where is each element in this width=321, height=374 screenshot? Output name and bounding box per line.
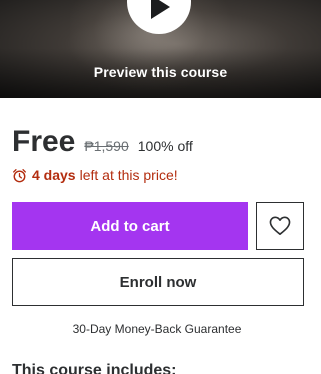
- price-row: Free ₱1,590 100% off: [12, 125, 193, 159]
- course-includes-heading: This course includes:: [12, 362, 177, 374]
- preview-label: Preview this course: [93, 64, 228, 80]
- money-back-guarantee: 30-Day Money-Back Guarantee: [72, 322, 242, 336]
- alarm-clock-icon: [12, 168, 27, 182]
- timer-text: left at this price!: [79, 167, 178, 183]
- original-price: ₱1,590: [84, 138, 129, 154]
- timer-days: 4 days: [32, 167, 76, 183]
- play-icon: [151, 0, 170, 19]
- heart-icon: [269, 216, 291, 235]
- discount-percent: 100% off: [137, 138, 193, 154]
- discount-timer: 4 days left at this price!: [12, 167, 178, 183]
- course-preview[interactable]: Preview this course: [0, 0, 321, 98]
- enroll-now-button[interactable]: Enroll now: [12, 258, 304, 306]
- current-price: Free: [12, 125, 76, 158]
- wishlist-button[interactable]: [256, 202, 304, 250]
- play-button[interactable]: [127, 0, 191, 34]
- add-to-cart-button[interactable]: Add to cart: [12, 202, 248, 250]
